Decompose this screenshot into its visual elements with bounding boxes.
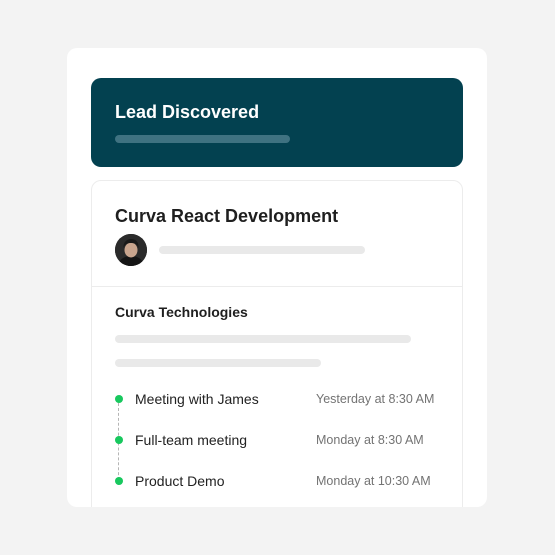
activity-item[interactable]: Product Demo Monday at 10:30 AM bbox=[92, 471, 462, 491]
description-placeholder-line bbox=[115, 359, 321, 367]
lead-widget: Lead Discovered Curva React Development … bbox=[67, 48, 487, 507]
lead-status-banner: Lead Discovered bbox=[91, 78, 463, 167]
activity-label: Product Demo bbox=[135, 473, 225, 489]
avatar bbox=[115, 234, 147, 266]
activity-time: Monday at 8:30 AM bbox=[316, 433, 424, 447]
owner-placeholder-bar bbox=[159, 246, 365, 254]
banner-title: Lead Discovered bbox=[115, 102, 260, 122]
description-placeholder-line bbox=[115, 335, 411, 343]
company-name: Curva Technologies bbox=[115, 304, 248, 320]
activity-time: Monday at 10:30 AM bbox=[316, 474, 431, 488]
divider bbox=[92, 286, 462, 287]
activity-label: Full-team meeting bbox=[135, 432, 248, 448]
activity-item[interactable]: Full-team meeting Monday at 8:30 AM bbox=[92, 430, 462, 450]
banner-placeholder-bar bbox=[115, 135, 290, 143]
lead-card[interactable]: Curva React Development Curva Technologi… bbox=[91, 180, 463, 507]
lead-title: Curva React Development bbox=[115, 206, 339, 226]
status-dot-icon bbox=[115, 395, 123, 403]
status-dot-icon bbox=[115, 436, 123, 444]
activity-time: Yesterday at 8:30 AM bbox=[316, 392, 435, 406]
avatar-person-icon bbox=[115, 234, 147, 266]
status-dot-icon bbox=[115, 477, 123, 485]
activity-item[interactable]: Meeting with James Yesterday at 8:30 AM bbox=[92, 389, 462, 409]
activity-label: Meeting with James bbox=[135, 391, 259, 407]
